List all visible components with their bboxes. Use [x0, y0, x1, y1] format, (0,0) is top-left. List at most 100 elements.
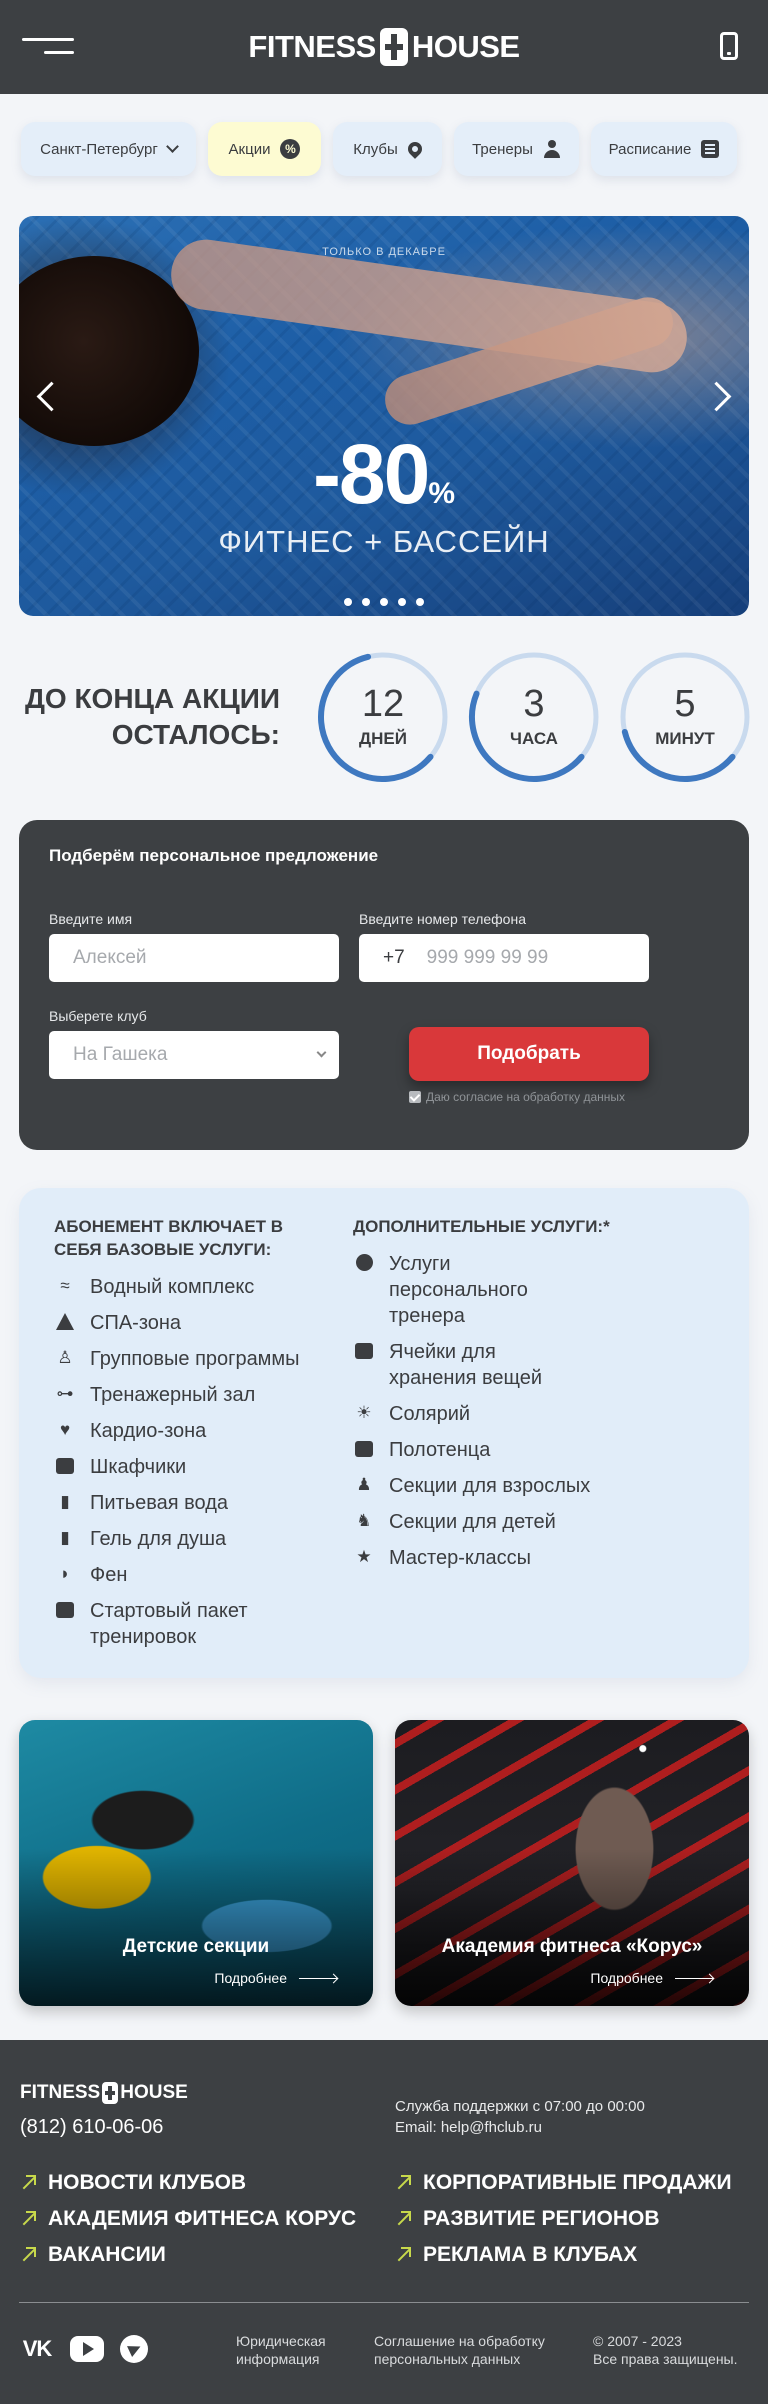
youtube-icon[interactable] — [70, 2336, 104, 2362]
timer-hours-value: 3 — [523, 683, 545, 725]
nav-item-trainers-label: Тренеры — [472, 140, 533, 158]
phone-icon[interactable] — [720, 32, 738, 60]
site-logo[interactable]: FITNESS HOUSE — [248, 28, 520, 66]
list-item: СПА-зона — [54, 1310, 344, 1336]
arrow-right-icon — [299, 1977, 337, 1979]
logo-text-left: FITNESS — [248, 29, 376, 64]
footer-link-label: КОРПОРАТИВНЫЕ ПРОДАЖИ — [423, 2170, 732, 2194]
timer-hours: 3 ЧАСА — [467, 650, 601, 784]
swimmer-icon: ≈ — [60, 1275, 70, 1295]
service-label: Водный комплекс — [90, 1275, 255, 1298]
spa-icon — [54, 1312, 76, 1332]
list-item: ▮ Питьевая вода — [54, 1490, 344, 1516]
footer-link-academy[interactable]: АКАДЕМИЯ ФИТНЕСА КОРУС — [20, 2206, 356, 2231]
footer-phone[interactable]: (812) 610-06-06 — [20, 2116, 163, 2139]
consent-label: Даю согласие на обработку данных — [426, 1090, 626, 1104]
card-more-link[interactable]: Подробнее — [590, 1970, 713, 1986]
card-kids-sections[interactable]: Детские секции Подробнее — [19, 1720, 373, 2006]
timer-hours-unit: ЧАСА — [510, 729, 558, 748]
offer-form: Подберём персональное предложение Введит… — [19, 820, 749, 1150]
slider-dot[interactable] — [344, 598, 352, 606]
footer-link-ads[interactable]: РЕКЛАМА В КЛУБАХ — [395, 2242, 732, 2267]
bottle-icon: ▮ — [60, 1527, 70, 1547]
chevron-down-icon — [165, 140, 179, 153]
consent: Даю согласие на обработку данных — [409, 1090, 625, 1104]
slider-dot[interactable] — [362, 598, 370, 606]
submit-button[interactable]: Подобрать — [409, 1027, 649, 1081]
countdown: ДО КОНЦА АКЦИИ ОСТАЛОСЬ: 12 ДНЕЙ 3 ЧАСА … — [0, 616, 768, 784]
nav-item-clubs[interactable]: Клубы — [333, 122, 442, 176]
phone-placeholder: 999 999 99 99 — [426, 947, 549, 968]
consent-checkbox[interactable] — [409, 1091, 421, 1103]
footer-link-news[interactable]: НОВОСТИ КЛУБОВ — [20, 2170, 356, 2195]
nav-item-trainers[interactable]: Тренеры — [454, 122, 579, 176]
slider-dots — [19, 598, 749, 606]
list-item: ♞ Секции для детей — [353, 1509, 643, 1535]
arrow-right-icon — [675, 1977, 713, 1979]
next-slide-arrow-icon[interactable] — [701, 366, 741, 426]
data-agreement-link[interactable]: Соглашение на обработку персональных дан… — [374, 2332, 564, 2368]
legal-info-link[interactable]: Юридическая информация — [236, 2332, 346, 2368]
person-icon — [353, 1253, 375, 1273]
towel-icon — [353, 1439, 375, 1459]
card-more-label: Подробнее — [590, 1970, 663, 1986]
shirt-icon — [54, 1456, 76, 1476]
footer-link-vacancies[interactable]: ВАКАНСИИ — [20, 2242, 356, 2267]
footer-divider — [19, 2302, 749, 2303]
discount-value: -80 — [312, 427, 430, 521]
services-panel: АБОНЕМЕНТ ВКЛЮЧАЕТ В СЕБЯ БАЗОВЫЕ УСЛУГИ… — [19, 1188, 749, 1678]
nav-item-promo[interactable]: Акции % — [208, 122, 321, 176]
slider-dot[interactable] — [398, 598, 406, 606]
service-label: Солярий — [389, 1402, 471, 1425]
arrow-up-right-icon — [20, 2246, 36, 2262]
locker-icon — [353, 1341, 375, 1361]
banner-discount: -80% — [19, 426, 749, 523]
person-icon — [543, 140, 561, 158]
city-select[interactable]: Санкт-Петербург — [21, 122, 196, 176]
list-item: ⊶ Тренажерный зал — [54, 1382, 344, 1408]
service-label: Питьевая вода — [90, 1491, 229, 1514]
footer-links-left: НОВОСТИ КЛУБОВ АКАДЕМИЯ ФИТНЕСА КОРУС ВА… — [20, 2170, 356, 2278]
footer-link-label: АКАДЕМИЯ ФИТНЕСА КОРУС — [48, 2206, 357, 2230]
support-email[interactable]: Email: help@fhclub.ru — [395, 2117, 645, 2138]
promo-banner[interactable]: ТОЛЬКО В ДЕКАБРЕ -80% ФИТНЕС + БАССЕЙН — [19, 216, 749, 616]
footer-link-label: РАЗВИТИЕ РЕГИОНОВ — [423, 2206, 660, 2230]
footer-link-corporate[interactable]: КОРПОРАТИВНЫЕ ПРОДАЖИ — [395, 2170, 732, 2195]
nav-item-clubs-label: Клубы — [353, 140, 398, 158]
percent-icon: % — [280, 139, 301, 159]
prev-slide-arrow-icon[interactable] — [27, 366, 67, 426]
card-more-link[interactable]: Подробнее — [214, 1970, 337, 1986]
telegram-icon[interactable] — [120, 2335, 148, 2363]
list-item: Полотенца — [353, 1437, 643, 1463]
list-item: ♥ Кардио-зона — [54, 1418, 344, 1444]
service-label: Полотенца — [389, 1438, 491, 1461]
service-label: Фен — [90, 1563, 128, 1586]
base-services-title: АБОНЕМЕНТ ВКЛЮЧАЕТ В СЕБЯ БАЗОВЫЕ УСЛУГИ… — [54, 1217, 284, 1259]
footer-link-regions[interactable]: РАЗВИТИЕ РЕГИОНОВ — [395, 2206, 732, 2231]
slider-dot[interactable] — [380, 598, 388, 606]
group-icon: ♙ — [57, 1347, 73, 1367]
arrow-up-right-icon — [395, 2210, 411, 2226]
service-label: Ячейки для хранения вещей — [389, 1340, 543, 1389]
list-item: ♙ Групповые программы — [54, 1346, 344, 1372]
name-input[interactable]: Алексей — [49, 934, 339, 982]
footer-logo[interactable]: FITNESS HOUSE — [20, 2082, 188, 2104]
card-academy[interactable]: Академия фитнеса «Корус» Подробнее — [395, 1720, 749, 2006]
copyright: © 2007 - 2023 Все права защищены. — [593, 2332, 738, 2368]
vk-icon[interactable]: VK — [20, 2336, 54, 2362]
nav-item-schedule[interactable]: Расписание — [591, 122, 737, 176]
club-select[interactable]: На Гашека — [49, 1031, 339, 1079]
timer-minutes: 5 МИНУТ — [618, 650, 752, 784]
service-label: Кардио-зона — [90, 1419, 207, 1442]
menu-icon[interactable] — [22, 38, 74, 56]
footer-support: Служба поддержки с 07:00 до 00:00 Email:… — [395, 2096, 645, 2138]
countdown-label: ДО КОНЦА АКЦИИ ОСТАЛОСЬ: — [24, 682, 280, 750]
list-item: ≈ Водный комплекс — [54, 1274, 344, 1300]
service-label: СПА-зона — [90, 1311, 182, 1334]
phone-input[interactable]: +7 999 999 99 99 — [359, 934, 649, 982]
logo-text-right: HOUSE — [411, 29, 520, 64]
extra-services-title: ДОПОЛНИТЕЛЬНЫЕ УСЛУГИ:* — [353, 1217, 610, 1236]
service-label: Тренажерный зал — [90, 1383, 256, 1406]
card-title: Академия фитнеса «Корус» — [441, 1936, 703, 1957]
slider-dot[interactable] — [416, 598, 424, 606]
